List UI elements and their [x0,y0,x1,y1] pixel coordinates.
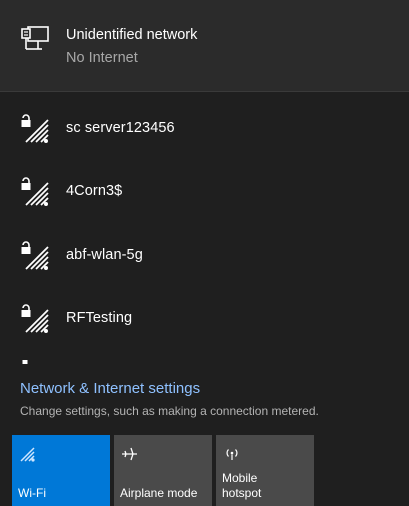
secured-wifi-icon [21,114,49,143]
secured-wifi-icon [21,241,49,270]
mobile-hotspot-label-line2: hotspot [222,486,262,500]
wifi-icon [20,447,35,462]
wifi-network-list[interactable]: sc server123456 4Corn3$ abf-wlan-5g RFTe… [0,92,409,362]
wifi-network-name: abf-wlan-5g [66,247,143,263]
ethernet-icon [21,26,49,50]
wifi-network-item[interactable]: abf-wlan-5g [0,225,409,288]
wifi-tile-label: Wi-Fi [18,486,46,500]
wifi-network-item[interactable]: sc server123456 [0,98,409,161]
secured-wifi-icon [21,304,49,333]
wifi-network-item[interactable]: 4Corn3$ [0,161,409,224]
mobile-hotspot-icon [226,449,238,460]
airplane-mode-tile[interactable]: Airplane mode [114,435,212,506]
lock-icon [22,360,28,364]
wifi-network-name: 4Corn3$ [66,183,123,199]
mobile-hotspot-label-line1: Mobile [222,471,258,485]
network-settings-description: Change settings, such as making a connec… [20,404,319,418]
airplane-mode-tile-label: Airplane mode [120,486,198,500]
mobile-hotspot-tile-label: Mobile hotspot [222,471,312,501]
network-settings-link[interactable]: Network & Internet settings [20,380,200,397]
wifi-network-name: sc server123456 [66,120,175,136]
wifi-network-item[interactable]: RFTesting [0,288,409,351]
secured-wifi-icon [21,177,49,206]
connected-network[interactable]: Unidentified network No Internet [0,0,409,91]
network-flyout: Unidentified network No Internet sc serv… [0,0,409,506]
wifi-network-name: RFTesting [66,310,133,326]
mobile-hotspot-tile[interactable]: Mobile hotspot [216,435,314,506]
connected-network-name: Unidentified network [66,27,198,43]
airplane-icon [122,447,137,461]
wifi-toggle-tile[interactable]: Wi-Fi [12,435,110,506]
connected-network-status: No Internet [66,50,138,66]
